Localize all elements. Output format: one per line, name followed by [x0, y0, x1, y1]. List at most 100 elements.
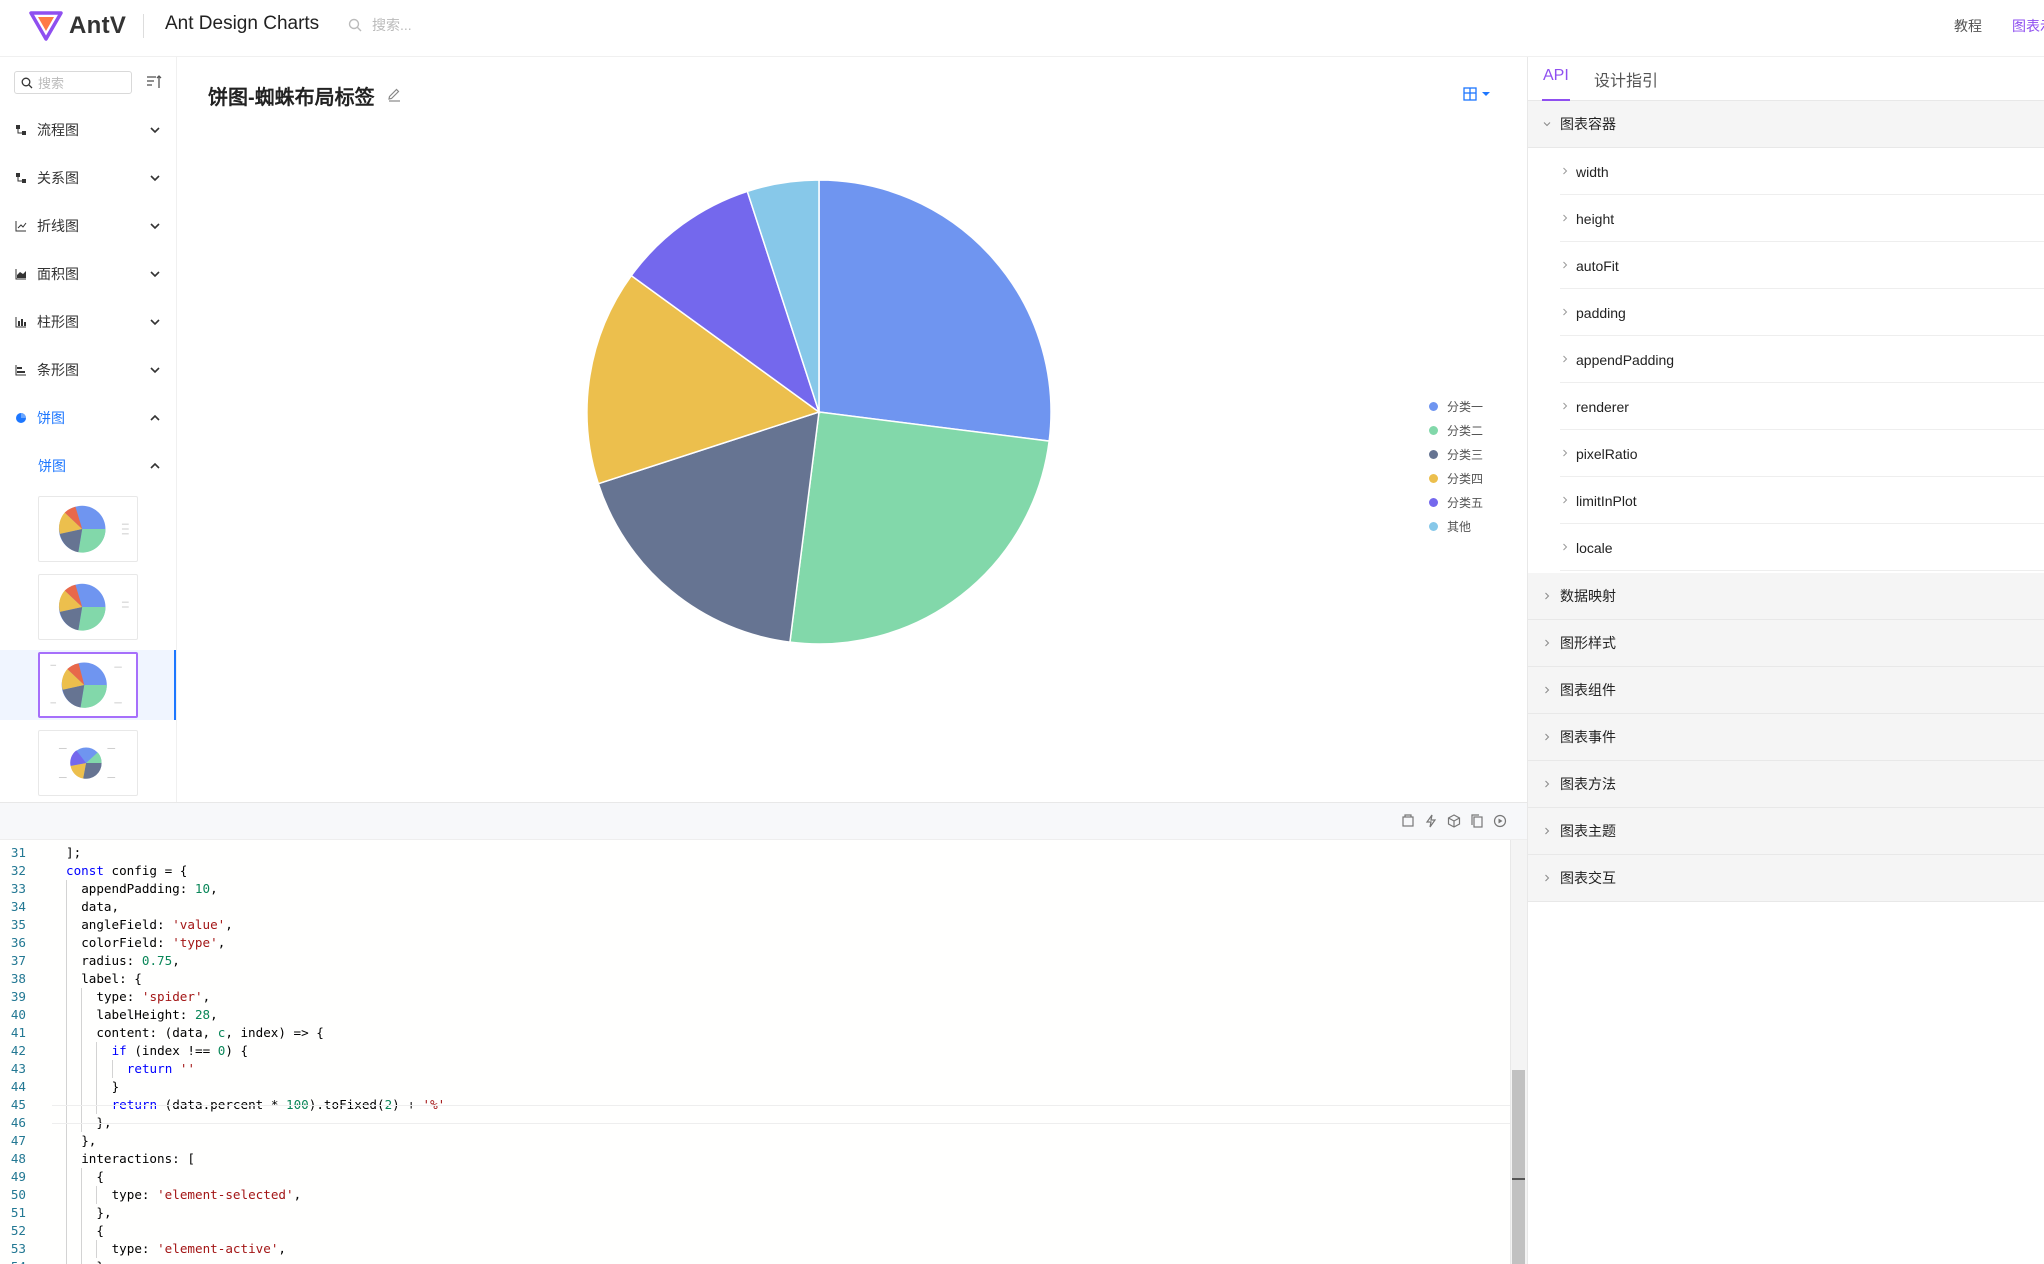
- api-prop-item[interactable]: pixelRatio: [1528, 430, 2044, 477]
- menu-item-bar[interactable]: 条形图: [0, 346, 176, 394]
- tab-api[interactable]: API: [1543, 67, 1569, 85]
- api-group-item[interactable]: 图表交互: [1528, 855, 2044, 902]
- submenu-pie[interactable]: 饼图: [0, 442, 176, 490]
- api-prop-item[interactable]: padding: [1528, 289, 2044, 336]
- product-name[interactable]: Ant Design Charts: [165, 13, 319, 35]
- pie-slice[interactable]: [818, 179, 1052, 442]
- code-line: 53 type: 'element-active',: [0, 1240, 1510, 1258]
- codesandbox-icon[interactable]: [1447, 814, 1461, 828]
- api-prop-item[interactable]: height: [1528, 195, 2044, 242]
- header-search[interactable]: 搜索...: [348, 15, 412, 35]
- flash-icon[interactable]: [1424, 814, 1438, 828]
- api-prop-label: appendPadding: [1576, 351, 1675, 368]
- line-number: 48: [10, 1151, 26, 1166]
- legend-marker: [1429, 449, 1438, 459]
- legend-label: 其他: [1447, 519, 1472, 534]
- example-thumbnail-3[interactable]: [0, 650, 176, 720]
- code-line: 43 return '': [0, 1060, 1510, 1078]
- line-number: 35: [10, 917, 26, 932]
- api-group-label: 图表交互: [1560, 870, 1616, 886]
- line-number: 33: [10, 881, 26, 896]
- header-search-placeholder: 搜索...: [372, 17, 412, 33]
- menu-item-line[interactable]: 折线图: [0, 202, 176, 250]
- api-prop-label: renderer: [1576, 398, 1629, 415]
- menu-item-pie[interactable]: 饼图: [0, 394, 176, 442]
- code-text: },: [96, 1258, 111, 1264]
- antv-logo[interactable]: AntV: [29, 11, 126, 41]
- menu-item-label: 条形图: [37, 362, 79, 378]
- indent-guide: [66, 1006, 67, 1024]
- nav-chart-examples[interactable]: 图表示例: [2012, 16, 2044, 36]
- chevron-right-icon: [1563, 496, 1568, 504]
- api-prop-item[interactable]: autoFit: [1528, 242, 2044, 289]
- sort-icon[interactable]: [146, 74, 162, 90]
- legend-item[interactable]: 分类二: [1429, 418, 1483, 442]
- play-icon[interactable]: [1493, 814, 1507, 828]
- group-chart-container[interactable]: 图表容器: [1528, 101, 2044, 148]
- code-line: 38 label: {: [0, 970, 1510, 988]
- menu-item-relation[interactable]: 关系图: [0, 154, 176, 202]
- code-text: interactions: [: [81, 1151, 195, 1166]
- indent-guide: [96, 1042, 98, 1060]
- legend-item[interactable]: 其他: [1429, 514, 1483, 538]
- code-line: 35 angleField: 'value',: [0, 916, 1510, 934]
- menu-item-column[interactable]: 柱形图: [0, 298, 176, 346]
- pie-chart[interactable]: [177, 57, 1527, 802]
- indent-guide: [66, 916, 67, 934]
- indent-guide: [96, 1060, 98, 1078]
- code-line: 51},: [0, 1204, 1510, 1222]
- code-editor[interactable]: 31]; 32 const config = {33 appendPadding: 1…: [0, 840, 1527, 1264]
- tab-design-guide[interactable]: 设计指引: [1594, 67, 1658, 91]
- line-number: 39: [10, 989, 26, 1004]
- api-group-label: 图形样式: [1560, 635, 1616, 651]
- api-tabs: API 设计指引: [1528, 57, 2044, 101]
- api-group-item[interactable]: 图形样式: [1528, 620, 2044, 667]
- area-chart-icon: [15, 268, 27, 280]
- indent-guide: [66, 934, 67, 952]
- sandbox-icon[interactable]: [1401, 814, 1415, 828]
- legend-item[interactable]: 分类一: [1429, 394, 1483, 418]
- api-group-item[interactable]: 图表主题: [1528, 808, 2044, 855]
- indent-guide: [81, 1222, 83, 1240]
- line-number: 37: [10, 953, 26, 968]
- menu-item-area[interactable]: 面积图: [0, 250, 176, 298]
- chevron-right-icon: [1563, 261, 1568, 269]
- api-prop-item[interactable]: appendPadding: [1528, 336, 2044, 383]
- api-prop-item[interactable]: locale: [1528, 524, 2044, 571]
- code-text: },: [96, 1205, 112, 1220]
- editor-toolbar: [0, 802, 1527, 840]
- legend-item[interactable]: 分类三: [1429, 442, 1483, 466]
- example-thumbnail-1[interactable]: [0, 494, 176, 564]
- legend-item[interactable]: 分类五: [1429, 490, 1483, 514]
- indent-guide: [66, 1042, 67, 1060]
- api-group-item[interactable]: 图表组件: [1528, 667, 2044, 714]
- indent-guide: [81, 1006, 83, 1024]
- copy-icon[interactable]: [1470, 814, 1484, 828]
- menu-item-flow[interactable]: 流程图: [0, 106, 176, 154]
- chevron-right-icon: [1563, 308, 1568, 316]
- pie-slice[interactable]: [789, 411, 1051, 645]
- sidebar-search-input[interactable]: 搜索: [14, 71, 132, 94]
- editor-scrollbar-thumb[interactable]: [1512, 1070, 1525, 1264]
- api-prop-item[interactable]: width: [1528, 148, 2044, 195]
- api-group-item[interactable]: 图表方法: [1528, 761, 2044, 808]
- example-thumbnail-2[interactable]: [0, 572, 176, 642]
- legend-marker: [1429, 521, 1438, 531]
- indent-guide: [66, 1132, 67, 1150]
- chart-preview-area: 饼图-蜘蛛布局标签 分类一 分类二 分类三 分类四 分类五 其他: [177, 57, 1527, 802]
- search-icon: [21, 77, 33, 88]
- line-number: 32: [10, 863, 26, 878]
- api-prop-item[interactable]: limitInPlot: [1528, 477, 2044, 524]
- api-group-item[interactable]: 数据映射: [1528, 573, 2044, 620]
- api-group-item[interactable]: 图表事件: [1528, 714, 2044, 761]
- example-thumbnail-4[interactable]: [0, 728, 176, 798]
- indent-guide: [81, 1024, 83, 1042]
- nav-tutorial[interactable]: 教程: [1954, 16, 1982, 36]
- indent-guide: [66, 1222, 67, 1240]
- indent-guide: [66, 880, 67, 898]
- legend-item[interactable]: 分类四: [1429, 466, 1483, 490]
- api-prop-item[interactable]: renderer: [1528, 383, 2044, 430]
- edit-icon[interactable]: [387, 87, 402, 102]
- layout-switch-icon[interactable]: [1463, 85, 1493, 103]
- indent-guide: [96, 1240, 98, 1258]
